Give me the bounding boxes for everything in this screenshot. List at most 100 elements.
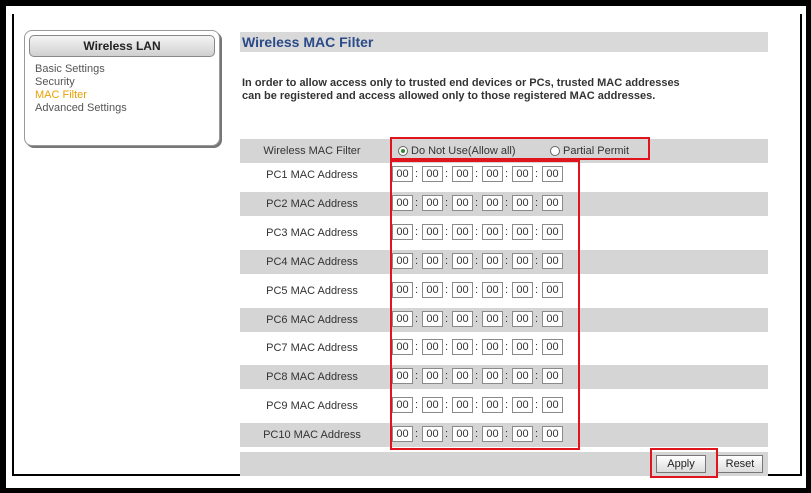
- mac-octet-input[interactable]: [452, 166, 473, 182]
- mac-separator: :: [415, 226, 419, 238]
- mac-octet-input[interactable]: [392, 253, 413, 269]
- mac-octet-input[interactable]: [542, 224, 563, 240]
- mac-octet-input[interactable]: [452, 339, 473, 355]
- mac-octet-input[interactable]: [452, 224, 473, 240]
- mac-octet-input[interactable]: [512, 224, 533, 240]
- mac-octet-input[interactable]: [542, 166, 563, 182]
- mac-separator: :: [445, 168, 449, 180]
- mac-separator: :: [505, 341, 509, 353]
- mac-separator: :: [535, 341, 539, 353]
- mac-octet-input[interactable]: [482, 253, 503, 269]
- mac-octet-input[interactable]: [482, 282, 503, 298]
- mac-octet-input[interactable]: [482, 339, 503, 355]
- mac-octet-input[interactable]: [482, 311, 503, 327]
- apply-button[interactable]: Apply: [656, 455, 706, 473]
- radio-partial-permit[interactable]: [550, 146, 560, 156]
- mac-octet-input[interactable]: [542, 368, 563, 384]
- mac-octet-input[interactable]: [392, 224, 413, 240]
- mac-octet-input[interactable]: [512, 166, 533, 182]
- mac-octet-input[interactable]: [392, 426, 413, 442]
- mac-separator: :: [475, 284, 479, 296]
- mac-octet-input[interactable]: [512, 397, 533, 413]
- mac-row-label: PC5 MAC Address: [266, 285, 358, 297]
- mac-octet-input[interactable]: [452, 195, 473, 211]
- mac-octet-input[interactable]: [422, 426, 443, 442]
- mac-separator: :: [505, 428, 509, 440]
- mac-octet-input[interactable]: [482, 224, 503, 240]
- sidebar-item-mac-filter[interactable]: MAC Filter: [35, 89, 219, 102]
- mac-octet-input[interactable]: [422, 224, 443, 240]
- mac-octet-input[interactable]: [482, 426, 503, 442]
- mac-separator: :: [475, 341, 479, 353]
- mac-octet-input[interactable]: [512, 282, 533, 298]
- mac-octet-input[interactable]: [512, 195, 533, 211]
- reset-button[interactable]: Reset: [717, 455, 763, 473]
- mac-octet-input[interactable]: [482, 195, 503, 211]
- page-title: Wireless MAC Filter: [240, 32, 768, 52]
- mac-octet-input[interactable]: [422, 253, 443, 269]
- mac-octet-input[interactable]: [482, 368, 503, 384]
- mac-octet-input[interactable]: [392, 166, 413, 182]
- mac-octet-input[interactable]: [542, 426, 563, 442]
- mac-octet-input[interactable]: [512, 253, 533, 269]
- mac-row: PC9 MAC Address:::::: [240, 394, 768, 418]
- mac-octet-input[interactable]: [512, 368, 533, 384]
- mac-octet-input[interactable]: [422, 397, 443, 413]
- mac-row: PC5 MAC Address:::::: [240, 279, 768, 303]
- mac-octet-input[interactable]: [392, 339, 413, 355]
- mac-octet-input[interactable]: [512, 426, 533, 442]
- mac-octet-input[interactable]: [542, 282, 563, 298]
- mac-separator: :: [415, 255, 419, 267]
- sidebar-item-advanced-settings[interactable]: Advanced Settings: [35, 102, 219, 115]
- mac-row: PC10 MAC Address:::::: [240, 423, 768, 447]
- mac-separator: :: [445, 226, 449, 238]
- mac-octet-input[interactable]: [392, 311, 413, 327]
- mac-octet-input[interactable]: [452, 397, 473, 413]
- mac-octet-input[interactable]: [512, 311, 533, 327]
- mac-octet-input[interactable]: [422, 195, 443, 211]
- mac-separator: :: [505, 226, 509, 238]
- mac-row-label: PC7 MAC Address: [266, 342, 358, 354]
- intro-line-2: can be registered and access allowed onl…: [242, 90, 656, 102]
- mac-octet-input[interactable]: [422, 368, 443, 384]
- mac-separator: :: [445, 370, 449, 382]
- mac-octet-input[interactable]: [452, 282, 473, 298]
- mac-octet-input[interactable]: [422, 311, 443, 327]
- mac-octet-input[interactable]: [392, 397, 413, 413]
- mac-octet-input[interactable]: [482, 166, 503, 182]
- mac-octet-input[interactable]: [482, 397, 503, 413]
- mac-octet-input[interactable]: [542, 339, 563, 355]
- mac-separator: :: [445, 399, 449, 411]
- radio-do-not-use-label[interactable]: Do Not Use(Allow all): [411, 143, 516, 159]
- mac-octet-input[interactable]: [542, 195, 563, 211]
- mac-row-label: PC10 MAC Address: [263, 429, 361, 441]
- mac-separator: :: [445, 313, 449, 325]
- mac-octet-input[interactable]: [392, 195, 413, 211]
- mac-octet-input[interactable]: [422, 282, 443, 298]
- mac-octet-input[interactable]: [452, 426, 473, 442]
- mac-octet-input[interactable]: [392, 282, 413, 298]
- mac-octet-input[interactable]: [452, 311, 473, 327]
- mac-octet-input[interactable]: [542, 311, 563, 327]
- sidebar-item-security[interactable]: Security: [35, 76, 219, 89]
- mac-separator: :: [415, 428, 419, 440]
- filter-mode-label: Wireless MAC Filter: [263, 145, 361, 157]
- mac-separator: :: [475, 226, 479, 238]
- mac-octet-input[interactable]: [542, 397, 563, 413]
- mac-octet-input[interactable]: [512, 339, 533, 355]
- mac-separator: :: [505, 284, 509, 296]
- mac-separator: :: [535, 284, 539, 296]
- mac-octet-input[interactable]: [422, 339, 443, 355]
- mac-separator: :: [475, 370, 479, 382]
- mac-octet-input[interactable]: [392, 368, 413, 384]
- mac-separator: :: [415, 399, 419, 411]
- mac-octet-input[interactable]: [542, 253, 563, 269]
- mac-octet-input[interactable]: [422, 166, 443, 182]
- mac-octet-input[interactable]: [452, 368, 473, 384]
- sidebar-item-basic-settings[interactable]: Basic Settings: [35, 63, 219, 76]
- mac-separator: :: [475, 197, 479, 209]
- mac-separator: :: [445, 255, 449, 267]
- radio-do-not-use[interactable]: [398, 146, 408, 156]
- mac-octet-input[interactable]: [452, 253, 473, 269]
- radio-partial-permit-label[interactable]: Partial Permit: [563, 143, 629, 159]
